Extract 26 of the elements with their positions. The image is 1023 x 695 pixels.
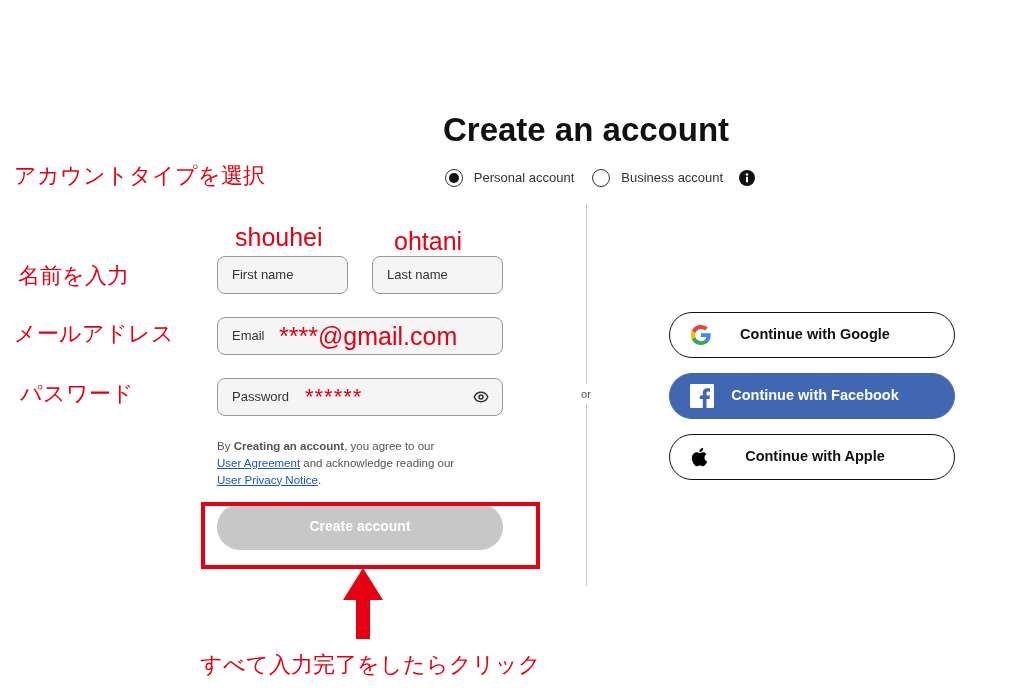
annotation-value: ohtani <box>394 226 463 256</box>
annotation-value: shouhei <box>235 222 323 252</box>
info-icon[interactable] <box>739 169 756 186</box>
user-agreement-link[interactable]: User Agreement <box>217 456 301 469</box>
last-name-field[interactable]: Last name <box>372 255 503 294</box>
first-name-field[interactable]: First name <box>217 255 348 294</box>
legal-text: By Creating an account, you agree to our User Agreement and acknowledge reading our User Privacy Notice. <box>217 438 456 488</box>
f-logo-icon <box>690 383 714 408</box>
apple-logo-icon <box>690 446 708 467</box>
social-login-button[interactable]: Continue with Facebook <box>669 372 955 419</box>
account-type-radio[interactable]: Business account <box>592 168 724 188</box>
social-login-button[interactable]: Continue with Apple <box>669 433 955 480</box>
annotation-label: 名前を入力 <box>18 262 129 290</box>
annotation-label: すべて入力完了をしたらクリック <box>200 651 541 679</box>
annotation-label: パスワード <box>20 380 134 408</box>
or-separator: or <box>581 386 591 402</box>
annotation-label: アカウントタイプを選択 <box>14 162 265 190</box>
email-annotation: ****@gmail.com <box>279 323 458 348</box>
password-annotation: ****** <box>305 384 363 409</box>
privacy-notice-link[interactable]: User Privacy Notice <box>217 473 318 486</box>
up-arrow <box>343 568 383 639</box>
social-login-button[interactable]: Continue with Google <box>669 311 955 358</box>
page-title: Create an account <box>442 110 730 150</box>
g-logo-icon <box>690 323 712 346</box>
annotation-label: メールアドレス <box>14 320 174 348</box>
account-type-radio[interactable]: Personal account <box>444 168 575 188</box>
